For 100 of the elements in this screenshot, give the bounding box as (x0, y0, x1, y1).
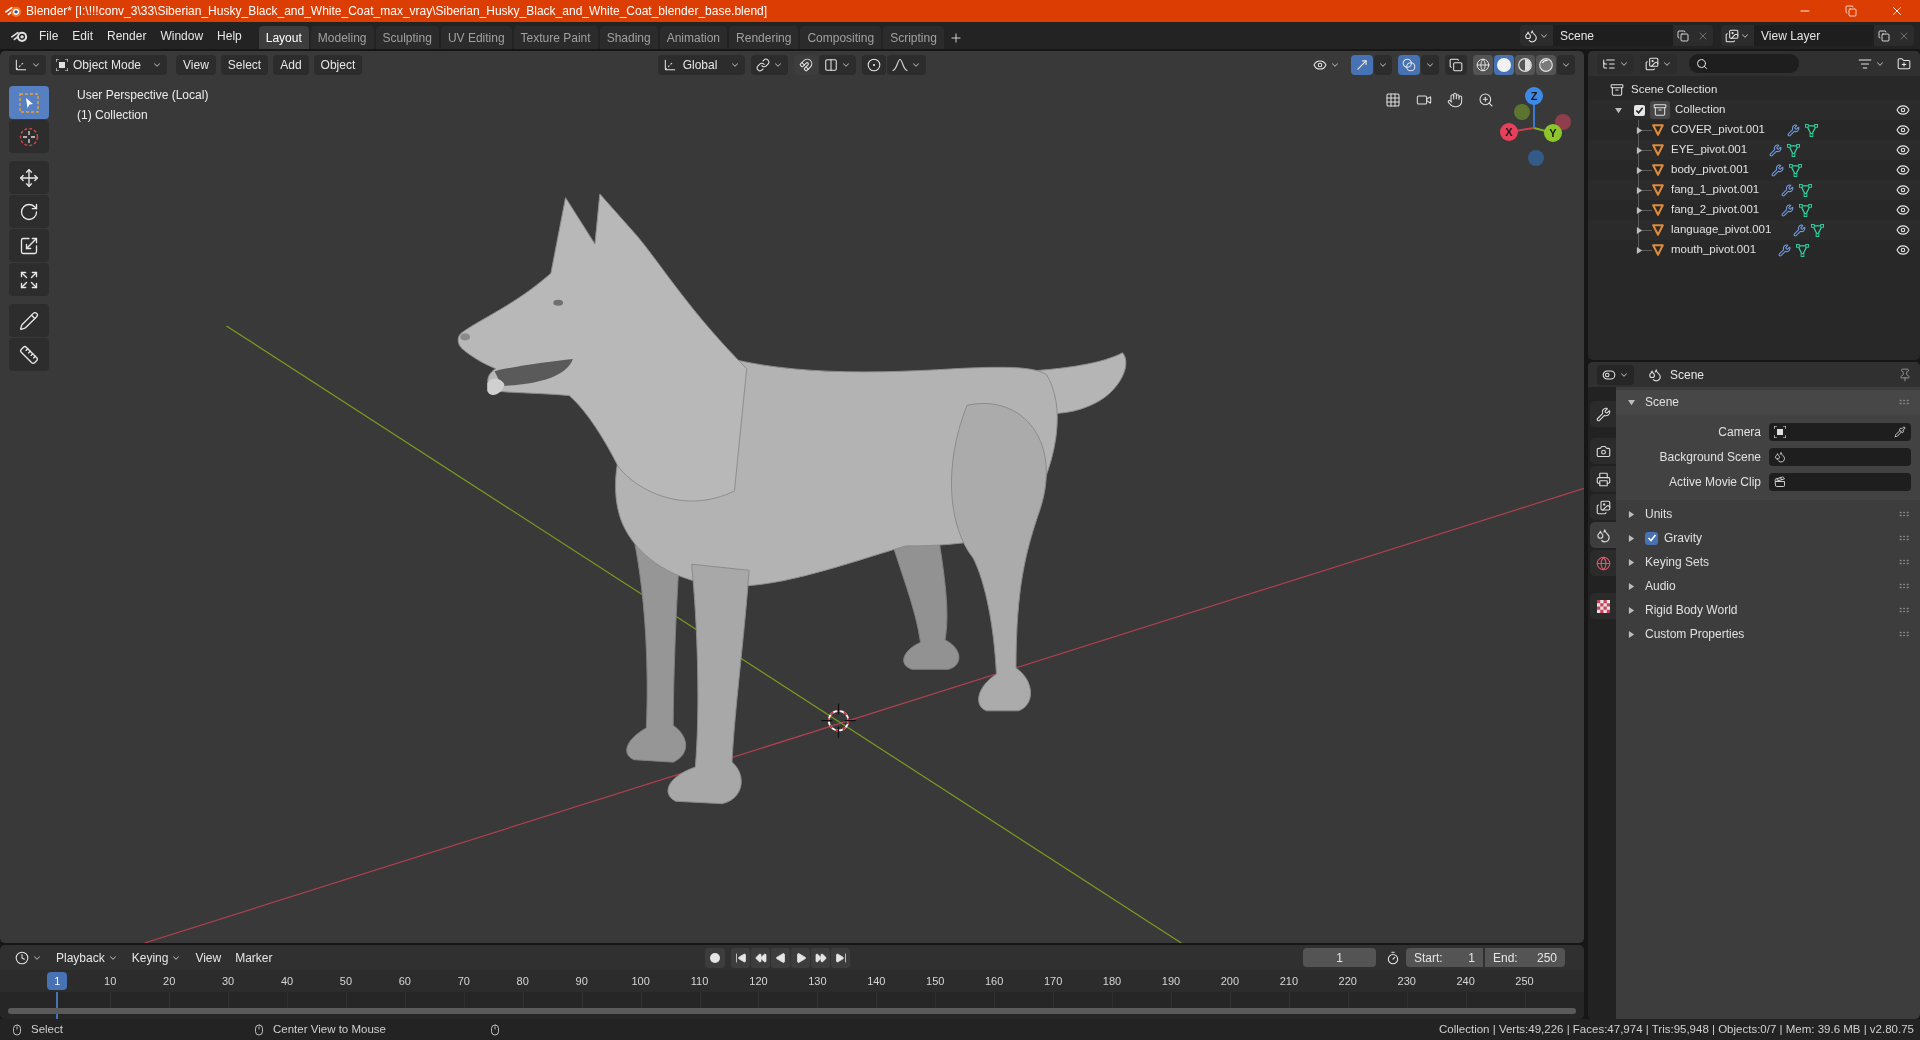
object-field[interactable] (1769, 423, 1911, 441)
menu-item[interactable]: Window (153, 24, 211, 47)
tree-item-label[interactable]: body_pivot.001 (1671, 161, 1749, 179)
pin-icon[interactable] (1898, 367, 1912, 382)
menu-item[interactable]: Add (273, 54, 309, 75)
workspace-tab[interactable]: Animation (659, 26, 728, 49)
disclosure-triangle-icon[interactable] (1636, 166, 1643, 174)
disclosure-triangle-icon[interactable] (1636, 146, 1643, 154)
disclosure-triangle-icon[interactable] (1636, 186, 1643, 194)
wrench-icon[interactable] (1781, 203, 1795, 217)
menu-item[interactable]: View (176, 54, 216, 75)
menu-item[interactable]: View (190, 947, 227, 968)
tool-button[interactable] (9, 161, 49, 194)
menu-item[interactable]: Object (313, 54, 363, 75)
tree-item-label[interactable]: Scene Collection (1631, 81, 1718, 99)
workspace-tab[interactable]: Layout (258, 26, 309, 49)
play-button[interactable] (791, 947, 810, 968)
tree-item-label[interactable]: mouth_pivot.001 (1671, 241, 1757, 259)
duplicate-button[interactable] (1874, 25, 1894, 46)
eye-icon[interactable] (1896, 243, 1910, 257)
disclosure-triangle-icon[interactable] (1628, 630, 1635, 638)
menu-item[interactable]: Help (210, 24, 249, 47)
disclosure-triangle-icon[interactable] (1628, 398, 1635, 406)
jump-to-start-button[interactable] (731, 947, 750, 968)
duplicate-button[interactable] (1673, 25, 1693, 46)
disclosure-triangle-icon[interactable] (1628, 606, 1635, 614)
eye-icon[interactable] (1896, 183, 1910, 197)
disclosure-triangle-icon[interactable] (1636, 226, 1643, 234)
axis-handle[interactable]: Y (1544, 124, 1562, 142)
display-mode-dropdown[interactable] (1640, 53, 1677, 74)
falloff-dropdown[interactable] (887, 54, 927, 75)
viewport-toggle[interactable] (1398, 54, 1420, 75)
menu-item[interactable]: Edit (65, 24, 101, 47)
tree-item-label[interactable]: language_pivot.001 (1671, 221, 1772, 239)
mesh-triangle-icon[interactable] (1787, 143, 1801, 157)
scene-name-field[interactable]: Scene (1553, 25, 1673, 46)
mesh-triangle-icon[interactable] (1789, 163, 1802, 177)
disclosure-triangle-icon[interactable] (1628, 582, 1635, 590)
object-field[interactable] (1769, 473, 1911, 491)
tool-button[interactable] (9, 195, 49, 228)
negative-axis-handle[interactable] (1555, 114, 1571, 130)
proportional-edit-toggle[interactable] (862, 54, 887, 75)
menu-item[interactable]: Marker (230, 947, 278, 968)
menu-item[interactable]: Keying (126, 947, 187, 968)
object-field[interactable] (1769, 448, 1911, 466)
mesh-triangle-icon[interactable] (1804, 123, 1818, 137)
disclosure-triangle-icon[interactable] (1636, 246, 1643, 254)
menu-item[interactable]: Render (100, 24, 154, 47)
grip-icon[interactable] (1898, 532, 1910, 544)
tree-item-label[interactable]: Collection (1675, 101, 1726, 119)
menu-item[interactable]: Select (220, 54, 269, 75)
panel-header[interactable]: Scene (1616, 390, 1920, 414)
tree-item-label[interactable]: EYE_pivot.001 (1671, 141, 1748, 159)
orientation-dropdown[interactable]: Global (657, 54, 746, 75)
wrench-icon[interactable] (1778, 243, 1792, 257)
axis-handle[interactable]: X (1500, 123, 1518, 141)
search-field[interactable] (1689, 54, 1799, 73)
playhead[interactable]: 1 (47, 972, 68, 990)
editor-type-button[interactable] (9, 54, 46, 75)
mesh-triangle-icon[interactable] (1799, 203, 1813, 217)
snap-toggle[interactable] (794, 54, 819, 75)
grip-icon[interactable] (1898, 628, 1910, 640)
disclosure-triangle-icon[interactable] (1636, 206, 1643, 214)
grip-icon[interactable] (1898, 604, 1910, 616)
wrench-icon[interactable] (1781, 183, 1795, 197)
workspace-tab[interactable]: Sculpting (375, 26, 439, 49)
tool-button[interactable] (9, 120, 49, 153)
wrench-icon[interactable] (1771, 163, 1784, 177)
tool-button[interactable] (9, 229, 49, 262)
tree-item-label[interactable]: fang_2_pivot.001 (1671, 201, 1760, 219)
record-button[interactable] (705, 947, 725, 968)
wrench-icon[interactable] (1786, 123, 1800, 137)
view-layer-browse-button[interactable] (1721, 25, 1754, 46)
panel-checkbox[interactable] (1645, 531, 1658, 545)
grip-icon[interactable] (1898, 556, 1910, 568)
workspace-tab[interactable]: UV Editing (440, 26, 512, 49)
tool-button[interactable] (9, 263, 49, 296)
viewport-toggle[interactable] (1351, 54, 1373, 75)
remove-button[interactable] (1693, 25, 1713, 46)
mode-dropdown[interactable]: Object Mode (51, 54, 168, 75)
disclosure-triangle-icon[interactable] (1636, 126, 1643, 134)
workspace-tab[interactable]: Shading (599, 26, 658, 49)
current-frame-field[interactable]: 1 (1303, 948, 1376, 967)
jump-to-end-button[interactable] (831, 947, 850, 968)
eye-icon[interactable] (1896, 103, 1910, 117)
grip-icon[interactable] (1898, 580, 1910, 592)
tool-button[interactable] (9, 304, 49, 337)
previous-keyframe-button[interactable] (751, 947, 770, 968)
end-frame-field[interactable]: End: 250 (1485, 948, 1565, 967)
properties-tab[interactable] (1590, 466, 1616, 492)
grip-icon[interactable] (1898, 508, 1910, 520)
workspace-tab[interactable]: Rendering (729, 26, 799, 49)
wrench-icon[interactable] (1793, 223, 1807, 237)
snap-target-dropdown[interactable] (819, 54, 857, 75)
tree-item-label[interactable]: COVER_pivot.001 (1671, 121, 1765, 139)
eye-icon[interactable] (1896, 203, 1910, 217)
workspace-tab[interactable]: Compositing (800, 26, 882, 49)
eye-icon[interactable] (1896, 223, 1910, 237)
shading-button[interactable] (1536, 54, 1556, 75)
view-layer-name-field[interactable]: View Layer (1754, 25, 1874, 46)
